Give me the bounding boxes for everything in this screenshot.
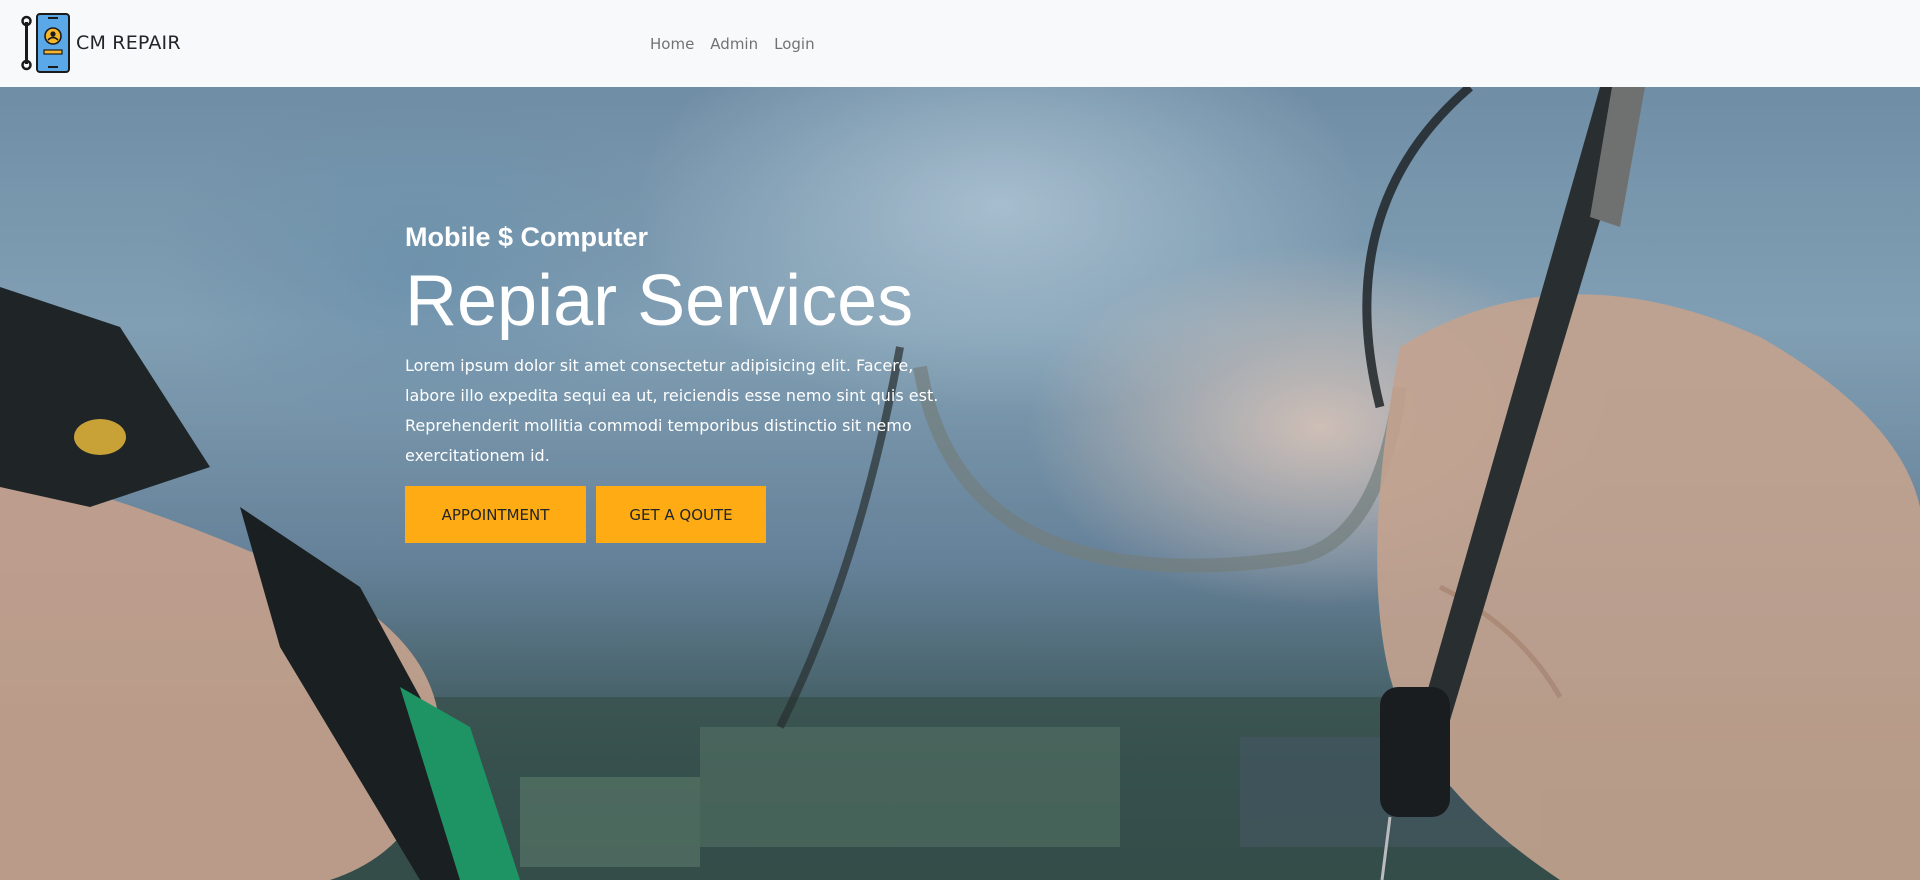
hero-buttons: APPOINTMENT GET A QOUTE bbox=[405, 486, 945, 543]
hero-title: Repiar Services bbox=[405, 261, 914, 341]
nav-links: Home Admin Login bbox=[650, 0, 831, 87]
hero-section: Mobile $ Computer Repiar Services Lorem … bbox=[0, 87, 1920, 880]
get-quote-button[interactable]: GET A QOUTE bbox=[596, 486, 766, 543]
hero-subtitle: Mobile $ Computer bbox=[405, 222, 649, 252]
navbar: CM REPAIR Home Admin Login bbox=[0, 0, 1920, 87]
nav-link-home[interactable]: Home bbox=[650, 35, 694, 53]
brand-name: CM REPAIR bbox=[76, 32, 181, 54]
hero-content: Mobile $ Computer Repiar Services Lorem … bbox=[405, 222, 945, 543]
brand-link[interactable]: CM REPAIR bbox=[20, 12, 181, 74]
appointment-button[interactable]: APPOINTMENT bbox=[405, 486, 586, 543]
hero-description: Lorem ipsum dolor sit amet consectetur a… bbox=[405, 356, 939, 465]
nav-link-login[interactable]: Login bbox=[774, 35, 814, 53]
hero-overlay bbox=[0, 87, 1920, 880]
phone-repair-icon bbox=[21, 13, 70, 73]
nav-link-admin[interactable]: Admin bbox=[710, 35, 758, 53]
